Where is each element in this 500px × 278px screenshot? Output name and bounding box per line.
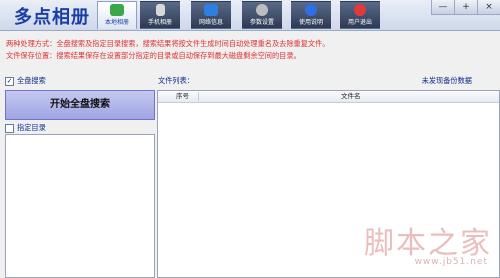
tab-logout[interactable]: 用户退出 [340, 1, 380, 29]
column-header-filename[interactable]: 文件名 [341, 91, 361, 102]
help-icon [305, 4, 317, 16]
info-text: 两种处理方式：全盘搜索及指定目录搜索，搜索结果将按文件生成时间自动处理重名及去除… [6, 38, 329, 62]
watermark-url: www.jb51.net [414, 257, 488, 267]
minimize-button[interactable]: — [431, 0, 454, 15]
tab-label: 本地相册 [104, 19, 129, 26]
full-search-checkbox[interactable]: ✓ [5, 76, 14, 86]
tab-phone-album[interactable]: 手机相册 [140, 1, 180, 29]
tab-local-album[interactable]: 本地相册 [97, 1, 137, 29]
tab-label: 网络信息 [198, 19, 223, 26]
tab-label: 参数设置 [249, 19, 274, 26]
tab-help[interactable]: 使用说明 [291, 1, 331, 29]
file-list-label: 文件列表： [158, 76, 194, 85]
tab-settings[interactable]: 参数设置 [242, 1, 282, 29]
full-search-option[interactable]: ✓ 全盘搜索 [5, 76, 46, 86]
power-icon [354, 4, 366, 16]
info-line-2: 文件保存位置：搜索结果保存在设置部分指定的目录或自动保存到最大磁盘剩余空间的目录… [6, 51, 301, 60]
photo-icon [110, 4, 124, 16]
tab-label: 使用说明 [298, 19, 323, 26]
title-bar: 多点相册 本地相册 手机相册 网络信息 参数设置 使用说明 用户退出 — + × [0, 0, 500, 31]
full-search-label: 全盘搜索 [17, 76, 46, 85]
tab-label: 手机相册 [147, 19, 172, 26]
watermark-text: 脚本之家 [364, 226, 492, 261]
tab-label: 用户退出 [347, 19, 372, 26]
specify-dir-label: 指定目录 [17, 123, 46, 132]
specify-dir-option[interactable]: 指定目录 [5, 123, 46, 133]
tab-network-info[interactable]: 网络信息 [191, 1, 231, 29]
maximize-button[interactable]: + [454, 0, 477, 15]
column-header-seq[interactable]: 序号 [176, 91, 189, 102]
network-icon [204, 4, 218, 16]
file-list-status: 未发现备份数据 [421, 76, 472, 85]
table-header: 序号 文件名 [158, 91, 499, 103]
close-button[interactable]: × [477, 0, 500, 15]
directory-panel[interactable] [5, 134, 155, 278]
phone-icon [155, 4, 165, 16]
info-line-1: 两种处理方式：全盘搜索及指定目录搜索，搜索结果将按文件生成时间自动处理重名及去除… [6, 39, 330, 48]
gear-icon [256, 4, 268, 16]
app-title: 多点相册 [14, 7, 90, 28]
column-divider[interactable] [198, 92, 199, 101]
specify-dir-checkbox[interactable] [5, 123, 14, 133]
start-full-search-button[interactable]: 开始全盘搜索 [5, 90, 155, 120]
window-controls: — + × [431, 0, 500, 30]
